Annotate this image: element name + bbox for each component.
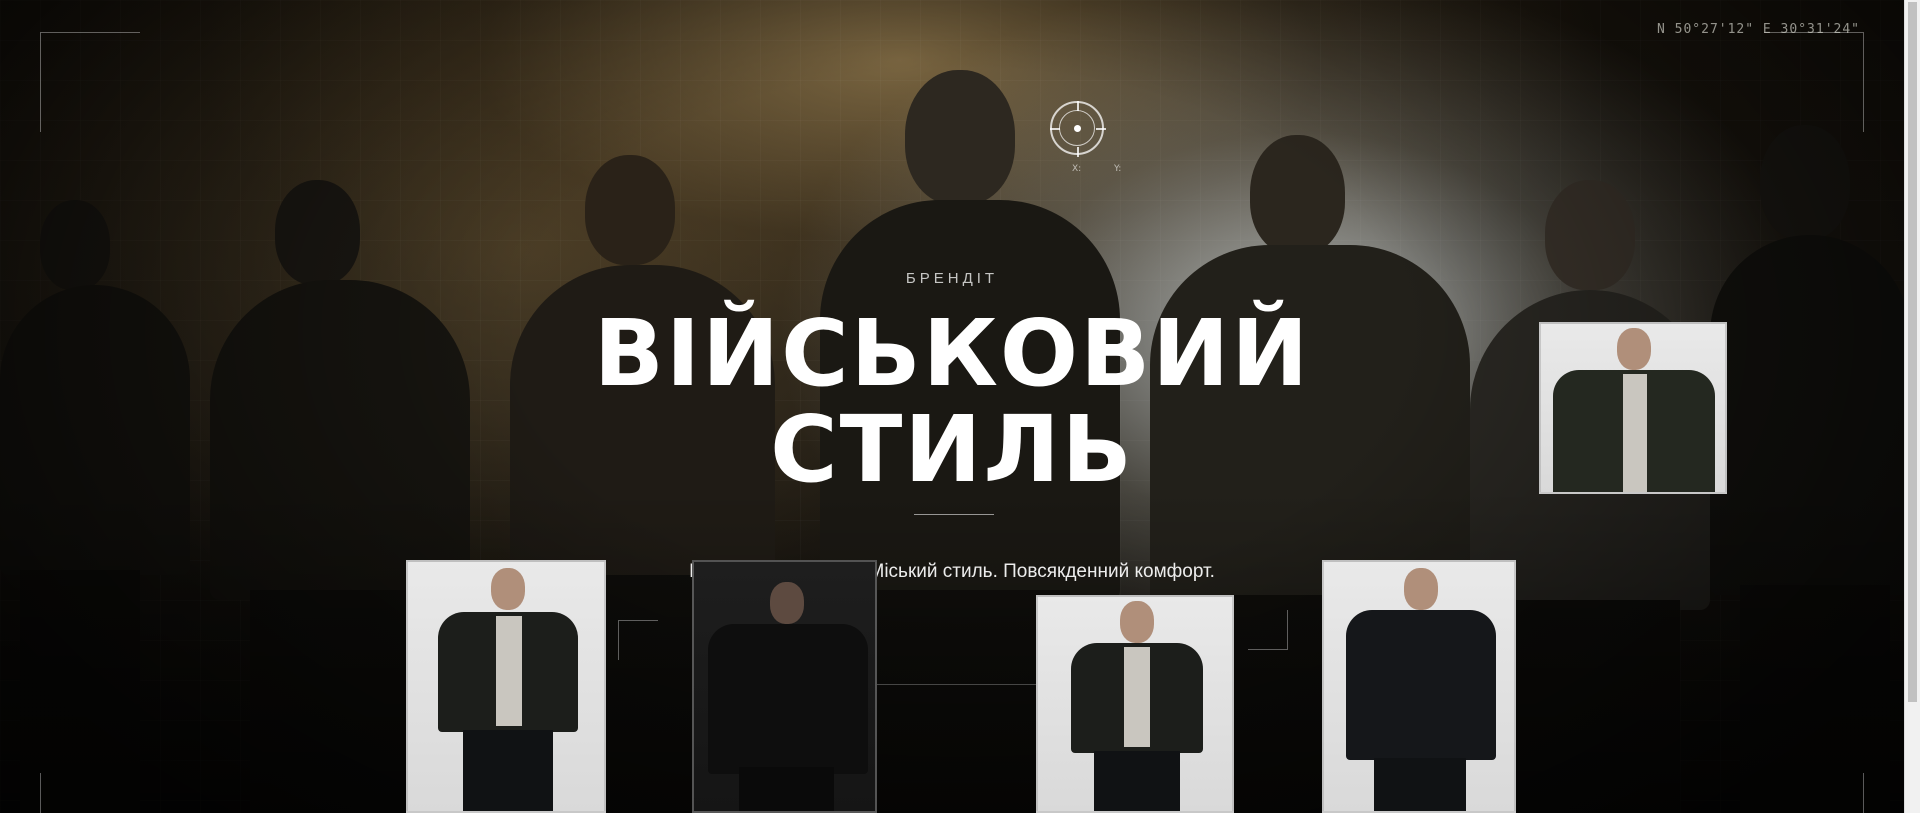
decor-line: [870, 684, 1050, 685]
frame-corner-top-right: [1764, 32, 1864, 132]
crosshair-target-icon: [1050, 101, 1106, 157]
decor-bracket-left: [618, 620, 658, 660]
frame-corner-bottom-left: [40, 773, 60, 813]
page-scrollbar[interactable]: [1904, 0, 1920, 813]
scrollbar-thumb[interactable]: [1908, 2, 1917, 702]
hero-title-line1: ВІЙСЬКОВИЙ: [593, 300, 1311, 407]
model-thumb-5[interactable]: [1539, 322, 1727, 494]
model-thumb-1[interactable]: [406, 560, 606, 813]
target-y-label: Y:: [1114, 164, 1122, 174]
hero-title-line2: СТИЛЬ: [770, 396, 1134, 503]
decor-bracket-right: [1248, 610, 1288, 650]
model-thumb-2[interactable]: [692, 560, 877, 813]
title-divider: [914, 514, 994, 515]
hero-section: N 50°27'12" E 30°31'24" X: Y: БРЕНДІТ ВІ…: [0, 0, 1904, 813]
target-x-label: X:: [1072, 164, 1082, 174]
coordinates-readout: N 50°27'12" E 30°31'24": [1656, 22, 1860, 37]
model-thumb-3[interactable]: [1036, 595, 1234, 813]
brand-eyebrow: БРЕНДІТ: [905, 270, 999, 287]
frame-corner-bottom-right: [1844, 773, 1864, 813]
model-thumb-4[interactable]: [1322, 560, 1516, 813]
hero-subtitle: Військова естетика. Міський стиль. Повся…: [689, 561, 1215, 582]
frame-corner-top-left: [40, 32, 140, 132]
